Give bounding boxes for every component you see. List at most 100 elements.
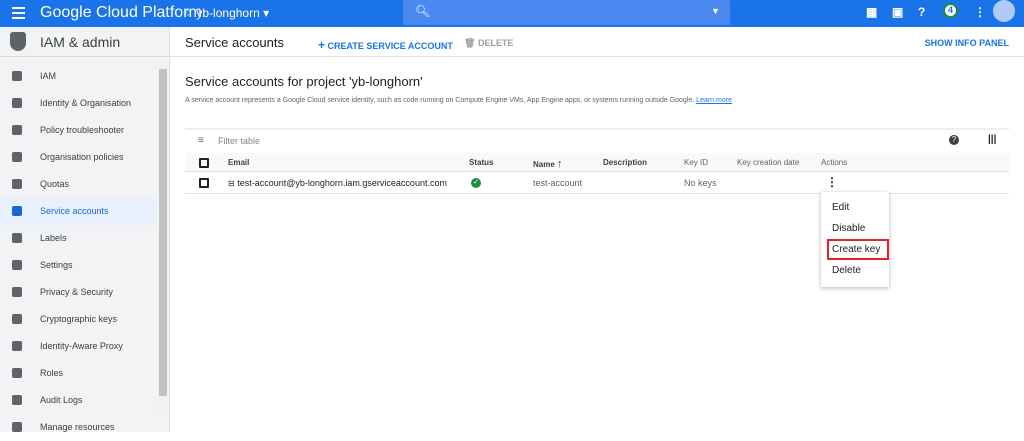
cloud-shell-icon[interactable]: ▣ bbox=[892, 5, 903, 19]
sidebar-item-label: Cryptographic keys bbox=[40, 314, 118, 324]
person-add-icon bbox=[12, 71, 22, 81]
sidebar-item-quotas[interactable]: Quotas bbox=[0, 171, 157, 198]
notifications-badge[interactable]: 4 bbox=[943, 3, 958, 18]
sidebar-item-label: Identity & Organisation bbox=[40, 98, 132, 108]
trash-icon: 🗑︎ bbox=[464, 38, 476, 48]
delete-button[interactable]: 🗑︎ DELETE bbox=[464, 38, 513, 49]
sidebar-title: IAM & admin bbox=[40, 34, 121, 50]
delete-label: DELETE bbox=[477, 38, 514, 48]
search-icon: 🔍︎ bbox=[415, 4, 431, 18]
page-header: Service accounts + CREATE SERVICE ACCOUN… bbox=[170, 27, 1024, 57]
service-account-icon: ⊟ bbox=[228, 179, 235, 188]
search-input[interactable]: 🔍︎ ▼ bbox=[403, 0, 730, 25]
filter-icon: ≡ bbox=[198, 135, 204, 146]
columns-icon[interactable]: ||| bbox=[988, 134, 996, 145]
top-bar: Google Cloud Platform ⁘ yb-longhorn ▾ 🔍︎… bbox=[0, 0, 1024, 27]
menu-item-edit[interactable]: Edit bbox=[832, 202, 849, 213]
highlight-box bbox=[827, 239, 889, 260]
shield-icon bbox=[12, 287, 22, 297]
key-shield-icon bbox=[12, 314, 22, 324]
project-name: yb-longhorn bbox=[196, 6, 260, 20]
sidebar-item-organisation-policies[interactable]: Organisation policies bbox=[0, 144, 157, 171]
proxy-icon bbox=[12, 341, 22, 351]
column-key-id: Key ID bbox=[684, 158, 709, 167]
sidebar-item-label: Identity-Aware Proxy bbox=[40, 341, 123, 351]
column-name[interactable]: Name ↑ bbox=[533, 158, 563, 170]
list-icon bbox=[12, 152, 22, 162]
roles-icon bbox=[12, 368, 22, 378]
sidebar-item-identity-aware-proxy[interactable]: Identity-Aware Proxy bbox=[0, 333, 157, 360]
help-icon[interactable]: ? bbox=[918, 5, 925, 19]
column-key-creation-date: Key creation date bbox=[737, 158, 800, 167]
sidebar-item-iam[interactable]: IAM bbox=[0, 63, 157, 90]
hamburger-menu-icon[interactable] bbox=[12, 7, 25, 19]
project-selector[interactable]: ⁘ yb-longhorn ▾ bbox=[183, 6, 269, 20]
name-cell: test-account bbox=[533, 178, 583, 188]
sidebar-scrollbar[interactable] bbox=[158, 59, 168, 409]
scrollbar-thumb[interactable] bbox=[159, 69, 167, 396]
label-icon bbox=[12, 233, 22, 243]
menu-item-disable[interactable]: Disable bbox=[832, 223, 865, 234]
iam-shield-icon bbox=[10, 32, 26, 51]
more-actions-icon[interactable]: ⋮ bbox=[826, 175, 838, 189]
plus-icon: + bbox=[318, 38, 326, 52]
create-service-account-button[interactable]: + CREATE SERVICE ACCOUNT bbox=[318, 38, 453, 52]
sidebar-item-label: Quotas bbox=[40, 179, 70, 189]
section-title: Service accounts for project 'yb-longhor… bbox=[185, 74, 423, 89]
table-header bbox=[185, 153, 1009, 172]
column-status[interactable]: Status bbox=[469, 158, 493, 167]
sidebar-item-label: Privacy & Security bbox=[40, 287, 114, 297]
sidebar-item-label: Manage resources bbox=[40, 422, 115, 432]
email-text: test-account@yb-longhorn.iam.gserviceacc… bbox=[237, 178, 447, 188]
create-label: CREATE SERVICE ACCOUNT bbox=[327, 41, 453, 51]
sidebar-item-label: Roles bbox=[40, 368, 64, 378]
sidebar-item-label: Policy troubleshooter bbox=[40, 125, 125, 135]
sidebar-item-label: Labels bbox=[40, 233, 67, 243]
learn-more-link[interactable]: Learn more bbox=[696, 97, 732, 104]
more-vert-icon[interactable]: ⋮ bbox=[974, 5, 986, 19]
filter-input[interactable]: Filter table bbox=[218, 136, 260, 146]
column-email[interactable]: Email bbox=[228, 158, 249, 167]
sidebar-header: IAM & admin bbox=[0, 27, 170, 57]
wrench-icon bbox=[12, 125, 22, 135]
page-title: Service accounts bbox=[185, 35, 284, 50]
sidebar-item-label: Service accounts bbox=[40, 206, 109, 216]
gear-icon bbox=[12, 260, 22, 270]
filter-bar: ≡ Filter table ? ||| bbox=[185, 128, 1009, 153]
column-description[interactable]: Description bbox=[603, 158, 647, 167]
sidebar-item-manage-resources[interactable]: Manage resources bbox=[0, 414, 157, 441]
brand-title[interactable]: Google Cloud Platform bbox=[40, 4, 202, 22]
sidebar-item-label: Audit Logs bbox=[40, 395, 83, 405]
help-icon[interactable]: ? bbox=[949, 135, 959, 145]
service-account-icon bbox=[12, 206, 22, 216]
key-id-cell: No keys bbox=[684, 178, 717, 188]
description-text: A service account represents a Google Cl… bbox=[185, 97, 695, 104]
sidebar: IAM & admin IAM Identity & Organisation Po… bbox=[0, 27, 170, 432]
logs-icon bbox=[12, 395, 22, 405]
avatar[interactable] bbox=[993, 0, 1015, 22]
menu-item-delete[interactable]: Delete bbox=[832, 265, 861, 276]
select-all-checkbox[interactable] bbox=[199, 158, 209, 168]
sidebar-item-service-accounts[interactable]: Service accounts bbox=[0, 198, 157, 225]
row-checkbox[interactable] bbox=[199, 178, 209, 188]
sidebar-item-label: Settings bbox=[40, 260, 73, 270]
status-enabled-icon: ✓ bbox=[471, 178, 481, 188]
sidebar-item-labels[interactable]: Labels bbox=[0, 225, 157, 252]
sidebar-item-roles[interactable]: Roles bbox=[0, 360, 157, 387]
email-cell[interactable]: ⊟ test-account@yb-longhorn.iam.gservicea… bbox=[228, 178, 447, 188]
show-info-panel-button[interactable]: SHOW INFO PANEL bbox=[925, 38, 1009, 48]
sort-arrow-up-icon: ↑ bbox=[557, 158, 563, 170]
quota-icon bbox=[12, 179, 22, 189]
column-actions: Actions bbox=[821, 158, 848, 167]
sidebar-item-label: Organisation policies bbox=[40, 152, 124, 162]
name-label: Name bbox=[533, 160, 555, 169]
sidebar-item-privacy-security[interactable]: Privacy & Security bbox=[0, 279, 157, 306]
sidebar-item-identity-organisation[interactable]: Identity & Organisation bbox=[0, 90, 157, 117]
sidebar-item-audit-logs[interactable]: Audit Logs bbox=[0, 387, 157, 414]
gift-icon[interactable]: ▦ bbox=[866, 5, 877, 19]
chevron-down-icon[interactable]: ▼ bbox=[711, 6, 720, 16]
sidebar-item-cryptographic-keys[interactable]: Cryptographic keys bbox=[0, 306, 157, 333]
sidebar-item-label: IAM bbox=[40, 71, 57, 81]
sidebar-item-settings[interactable]: Settings bbox=[0, 252, 157, 279]
sidebar-item-policy-troubleshooter[interactable]: Policy troubleshooter bbox=[0, 117, 157, 144]
